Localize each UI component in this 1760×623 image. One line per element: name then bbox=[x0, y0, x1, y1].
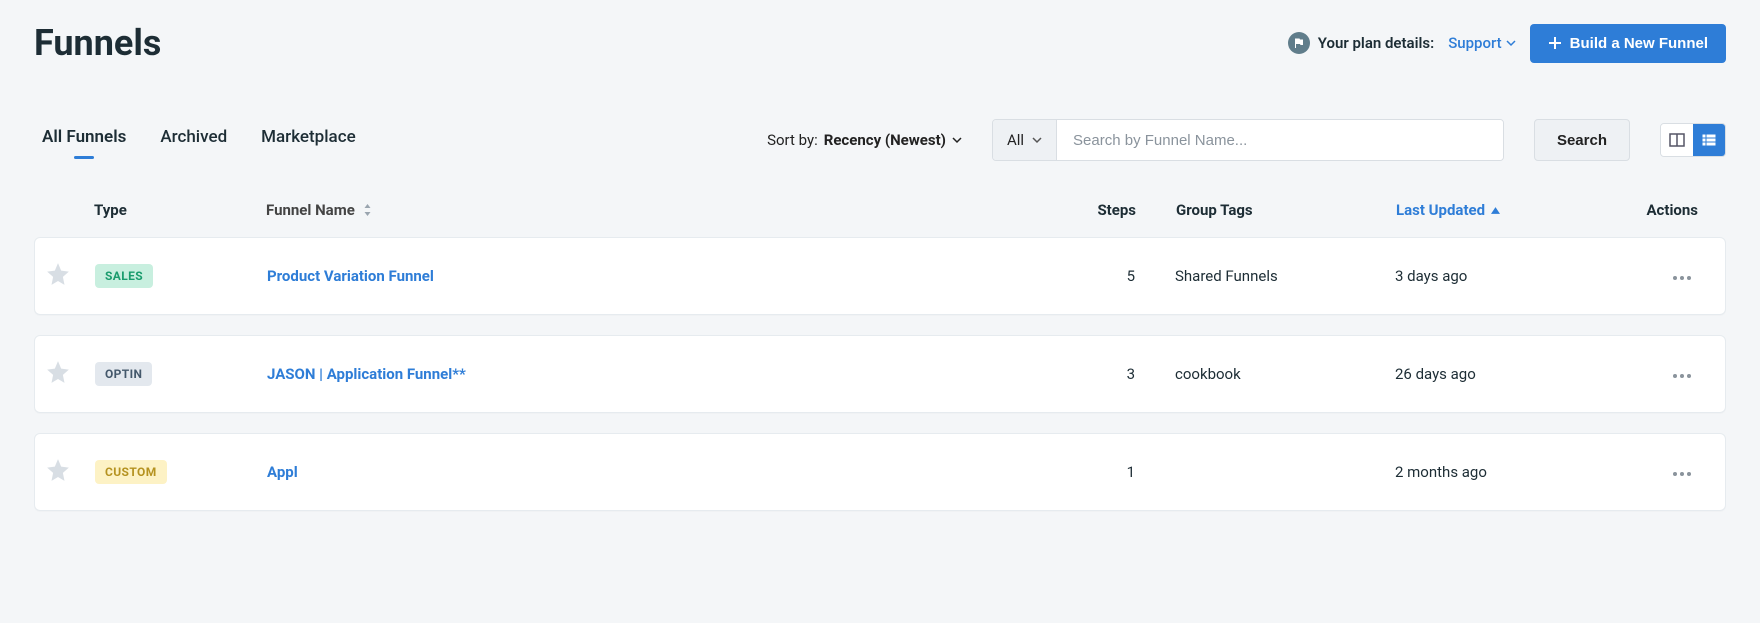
col-last-updated[interactable]: Last Updated bbox=[1396, 201, 1626, 219]
type-badge: CUSTOM bbox=[95, 460, 167, 484]
sort-by-dropdown[interactable]: Sort by: Recency (Newest) bbox=[767, 131, 962, 149]
favorite-star-icon[interactable] bbox=[45, 359, 71, 385]
table-row: OPTIN JASON | Application Funnel** 3 coo… bbox=[34, 335, 1726, 413]
plan-details-label: Your plan details: bbox=[1318, 34, 1434, 52]
col-group-tags: Group Tags bbox=[1176, 201, 1396, 219]
build-funnel-button[interactable]: Build a New Funnel bbox=[1530, 24, 1726, 63]
filter-value: All bbox=[1007, 131, 1024, 149]
search-group: All bbox=[992, 119, 1504, 161]
search-button[interactable]: Search bbox=[1534, 119, 1630, 161]
row-actions-menu[interactable] bbox=[1667, 270, 1697, 286]
page-title: Funnels bbox=[34, 22, 161, 64]
plus-icon bbox=[1548, 36, 1562, 50]
col-funnel-name[interactable]: Funnel Name bbox=[266, 201, 1046, 219]
view-toggle bbox=[1660, 123, 1726, 157]
group-tags-value: Shared Funnels bbox=[1175, 267, 1395, 285]
type-badge: SALES bbox=[95, 264, 153, 288]
build-funnel-label: Build a New Funnel bbox=[1570, 35, 1708, 52]
flag-icon bbox=[1288, 32, 1310, 54]
grid-view-button[interactable] bbox=[1661, 124, 1693, 156]
funnel-name-link[interactable]: JASON | Application Funnel** bbox=[267, 365, 466, 383]
list-view-button[interactable] bbox=[1693, 124, 1725, 156]
plan-details-chip: Your plan details: bbox=[1288, 32, 1434, 54]
table-header: Type Funnel Name Steps Group Tags Last U… bbox=[34, 201, 1726, 237]
tab-marketplace[interactable]: Marketplace bbox=[261, 127, 356, 153]
col-last-updated-label: Last Updated bbox=[1396, 201, 1485, 219]
chevron-down-icon bbox=[952, 135, 962, 145]
col-type: Type bbox=[94, 201, 266, 219]
favorite-star-icon[interactable] bbox=[45, 261, 71, 287]
table-row: CUSTOM Appl 1 2 months ago bbox=[34, 433, 1726, 511]
chevron-down-icon bbox=[1032, 135, 1042, 145]
sort-icon bbox=[363, 204, 372, 216]
chevron-down-icon bbox=[1506, 38, 1516, 48]
col-funnel-name-label: Funnel Name bbox=[266, 201, 355, 219]
last-updated-value: 26 days ago bbox=[1395, 365, 1625, 383]
row-actions-menu[interactable] bbox=[1667, 368, 1697, 384]
sort-asc-icon bbox=[1491, 206, 1500, 215]
sort-by-prefix: Sort by: bbox=[767, 131, 818, 149]
last-updated-value: 3 days ago bbox=[1395, 267, 1625, 285]
table-row: SALES Product Variation Funnel 5 Shared … bbox=[34, 237, 1726, 315]
steps-value: 1 bbox=[1045, 463, 1175, 481]
type-badge: OPTIN bbox=[95, 362, 152, 386]
search-input[interactable] bbox=[1057, 120, 1503, 160]
col-steps: Steps bbox=[1046, 201, 1176, 219]
support-dropdown[interactable]: Support bbox=[1448, 34, 1515, 52]
columns-icon bbox=[1669, 132, 1685, 148]
tab-all-funnels[interactable]: All Funnels bbox=[42, 127, 126, 153]
group-tags-value: cookbook bbox=[1175, 365, 1395, 383]
funnel-name-link[interactable]: Appl bbox=[267, 463, 298, 481]
steps-value: 3 bbox=[1045, 365, 1175, 383]
row-actions-menu[interactable] bbox=[1667, 466, 1697, 482]
funnel-name-link[interactable]: Product Variation Funnel bbox=[267, 267, 434, 285]
support-label: Support bbox=[1448, 34, 1501, 52]
last-updated-value: 2 months ago bbox=[1395, 463, 1625, 481]
list-icon bbox=[1701, 132, 1717, 148]
favorite-star-icon[interactable] bbox=[45, 457, 71, 483]
steps-value: 5 bbox=[1045, 267, 1175, 285]
funnel-tabs: All Funnels Archived Marketplace bbox=[42, 127, 356, 153]
tab-archived[interactable]: Archived bbox=[160, 127, 227, 153]
sort-by-value: Recency (Newest) bbox=[824, 131, 946, 149]
col-actions: Actions bbox=[1626, 201, 1716, 219]
filter-dropdown[interactable]: All bbox=[993, 120, 1057, 160]
